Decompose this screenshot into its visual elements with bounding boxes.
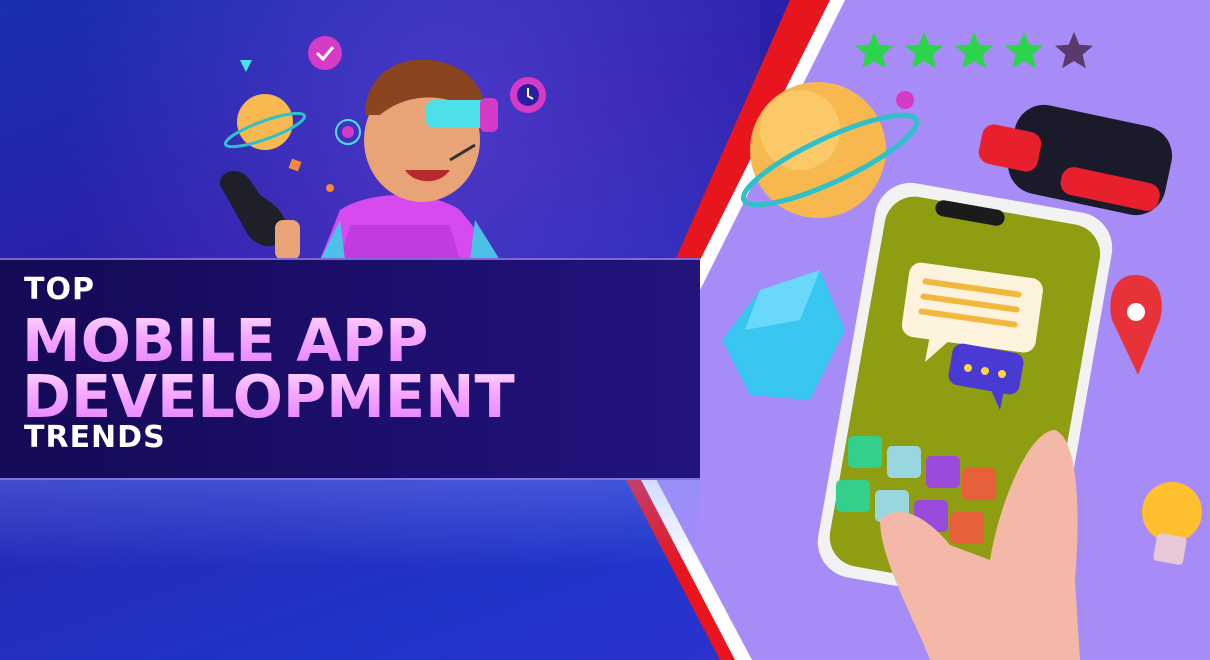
vest (320, 195, 500, 260)
gloved-hand (219, 170, 300, 260)
clock-gear-icon (510, 77, 546, 113)
star-icon (1055, 32, 1093, 69)
triangle-deco (240, 60, 252, 72)
dot-deco (326, 184, 334, 192)
star-rating (855, 32, 1093, 69)
checkmark-badge-icon (308, 36, 342, 70)
star-icon (955, 32, 993, 69)
title-top: TOP (24, 272, 95, 307)
cube-deco (288, 158, 302, 172)
banner-canvas: TOP MOBILE APP DEVELOPMENT TRENDS (0, 0, 1210, 660)
band-shine (0, 478, 700, 568)
star-icon (1005, 32, 1043, 69)
ring-icon (335, 119, 361, 145)
head (364, 59, 498, 202)
star-icon (855, 32, 893, 69)
title-bottom: TRENDS (24, 420, 166, 455)
star-icon (905, 32, 943, 69)
small-planet (223, 94, 307, 150)
avatar-illustration (219, 36, 546, 260)
